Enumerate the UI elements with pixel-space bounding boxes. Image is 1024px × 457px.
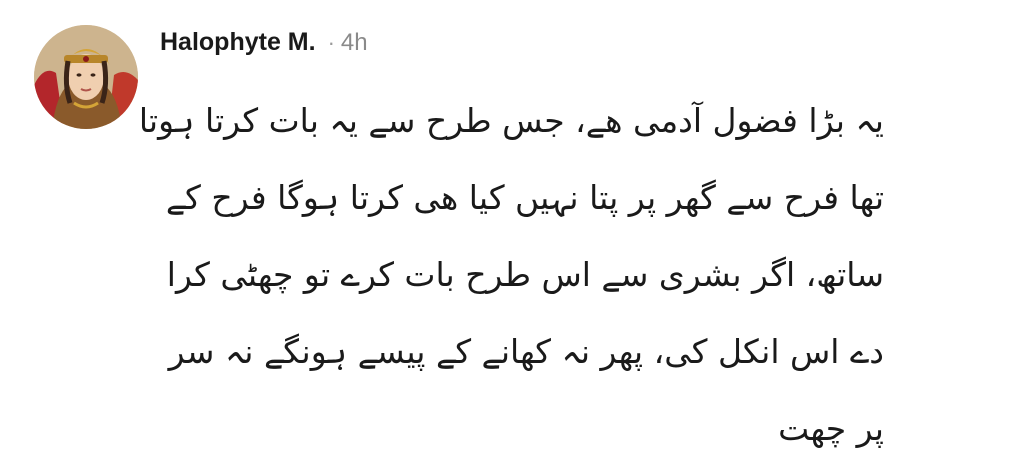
author-name[interactable]: Halophyte M. [160,28,316,57]
post-body-line: یہ بڑا فضول آدمی ھے، جس طرح سے یہ بات کر… [138,101,884,140]
avatar[interactable] [34,25,138,129]
post-body-line: تھا فرح سے گھر پر پتا نہیں کیا ھی کرتا ہ… [165,178,884,217]
post-body-line: ساتھ، اگر بشری سے اس طرح بات کرے تو چھٹی… [166,255,884,294]
profile-photo-icon [34,25,138,129]
post-body-line: پر چھت [778,409,884,448]
post-header: Halophyte M. · 4h [160,28,368,62]
meta-separator: · [327,30,335,55]
comment-post: Halophyte M. · 4h یہ بڑا فضول آدمی ھے، ج… [0,0,1024,457]
post-timestamp: 4h [340,29,368,56]
post-body: یہ بڑا فضول آدمی ھے، جس طرح سے یہ بات کر… [138,82,884,457]
post-body-line: دے اس انکل کی، پھر نہ کھانے کے پیسے ہونگ… [168,332,884,371]
